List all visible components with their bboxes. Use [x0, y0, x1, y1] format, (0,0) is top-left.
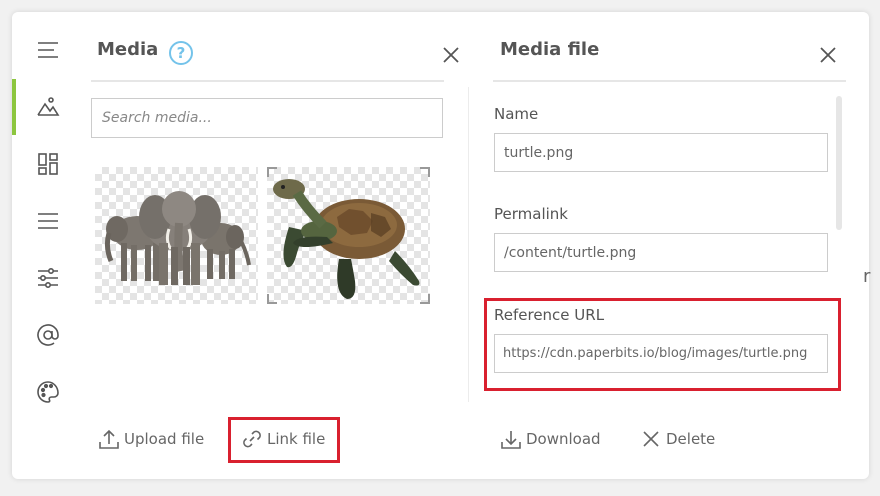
download-icon — [501, 431, 521, 449]
close-media-file-button[interactable] — [817, 44, 839, 66]
pane-separator — [468, 87, 469, 402]
permalink-label: Permalink — [494, 205, 568, 223]
link-file-highlight — [228, 417, 340, 463]
elephant-image — [104, 191, 251, 285]
menu-icon — [38, 42, 58, 58]
download-label: Download — [526, 430, 601, 448]
list-tool-button[interactable] — [12, 193, 84, 249]
background-text-fragment: r — [863, 266, 871, 287]
upload-file-label: Upload file — [124, 430, 205, 448]
download-button[interactable]: Download — [500, 426, 601, 452]
media-dialog: Media ? Search media... Upload file Link… — [12, 12, 869, 479]
media-divider — [91, 80, 444, 82]
media-file-divider — [493, 80, 846, 82]
layout-tool-button[interactable] — [12, 136, 84, 192]
upload-icon — [99, 429, 119, 449]
list-icon — [38, 213, 58, 229]
scrollbar[interactable] — [836, 96, 842, 230]
menu-button[interactable] — [12, 22, 84, 78]
at-sign-icon — [37, 324, 59, 346]
media-file-title: Media file — [500, 39, 600, 60]
help-icon[interactable]: ? — [169, 41, 193, 65]
media-tool-button[interactable] — [12, 79, 84, 135]
settings-tool-button[interactable] — [12, 250, 84, 306]
close-media-button[interactable] — [440, 44, 462, 66]
turtle-image — [273, 179, 420, 299]
media-icon — [37, 97, 60, 116]
media-item-turtle[interactable] — [267, 167, 430, 304]
at-tool-button[interactable] — [12, 307, 84, 363]
close-icon — [820, 47, 836, 63]
delete-icon — [643, 431, 659, 447]
name-label: Name — [494, 105, 539, 123]
settings-sliders-icon — [38, 267, 58, 288]
name-input[interactable] — [494, 133, 828, 172]
media-item-elephant[interactable] — [95, 167, 258, 304]
delete-label: Delete — [666, 430, 716, 448]
reference-url-highlight — [484, 298, 841, 391]
close-icon — [443, 47, 459, 63]
search-media-input[interactable] — [91, 98, 443, 138]
layout-icon — [38, 153, 58, 175]
left-toolbar — [12, 12, 84, 479]
permalink-input[interactable] — [494, 233, 828, 272]
media-title: Media — [97, 39, 159, 60]
upload-file-button[interactable]: Upload file — [98, 426, 204, 452]
style-tool-button[interactable] — [12, 364, 84, 420]
delete-button[interactable]: Delete — [640, 426, 715, 452]
palette-icon — [37, 381, 59, 403]
